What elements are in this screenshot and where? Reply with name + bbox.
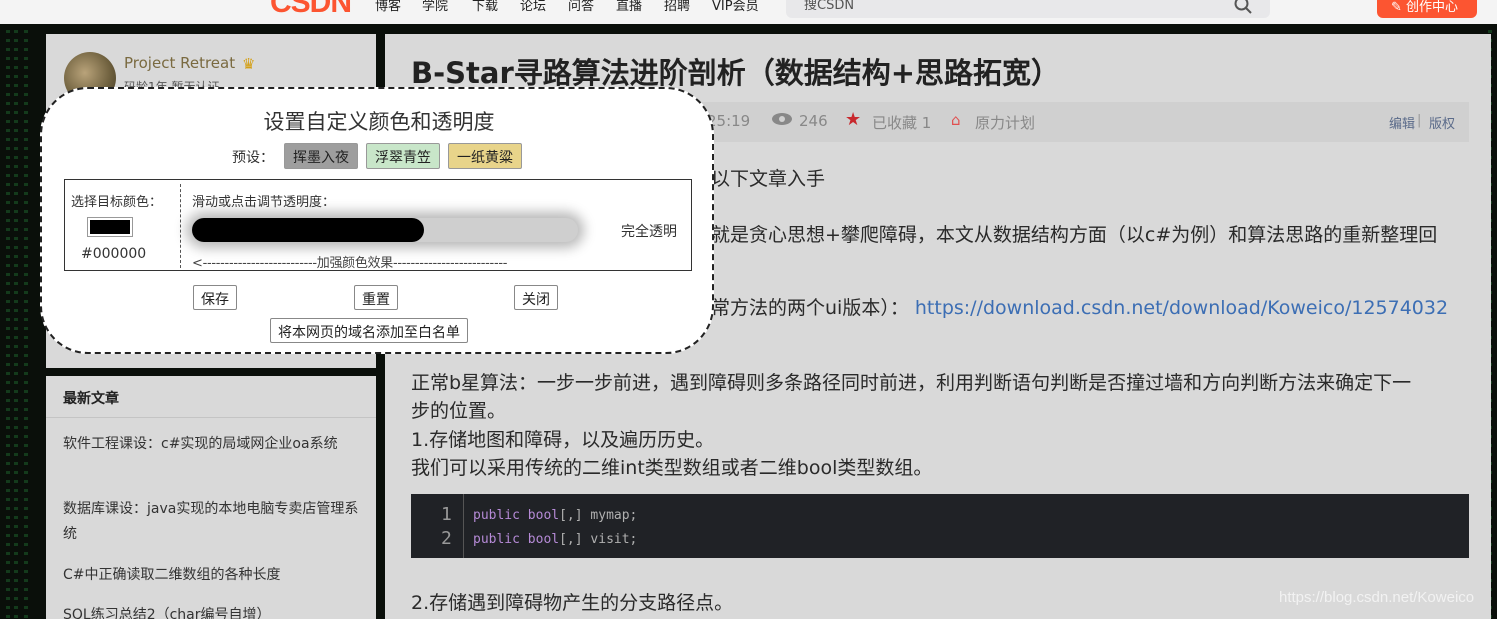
- recent-articles-title: 最新文章: [63, 391, 119, 407]
- create-center-button[interactable]: ✎ 创作中心: [1377, 0, 1477, 18]
- settings-panel: 选择目标颜色： #000000 滑动或点击调节透明度： 完全透明 <------…: [64, 179, 692, 271]
- nav-item-download[interactable]: 下载: [472, 0, 498, 14]
- add-to-whitelist-button[interactable]: 将本网页的域名添加至白名单: [270, 318, 468, 343]
- search-input[interactable]: 搜CSDN: [786, 0, 1270, 18]
- code-keyword: public: [473, 532, 520, 547]
- recent-article-link[interactable]: 软件工程课设：c#实现的局域网企业oa系统: [63, 432, 363, 457]
- article-paragraph: 1.存储地图和障碍，以及遍历历史。: [411, 429, 715, 451]
- recent-article-link[interactable]: 数据库课设：java实现的本地电脑专卖店管理系统: [63, 497, 363, 547]
- article-paragraph: 我们可以采用传统的二维int类型数组或者二维bool类型数组。: [411, 457, 933, 479]
- color-hex-value: #000000: [81, 246, 147, 262]
- save-button[interactable]: 保存: [193, 285, 237, 310]
- top-navbar: CSDN 博客 学院 下载 论坛 问答 直播 招聘 VIP会员 搜CSDN ✎ …: [0, 0, 1497, 24]
- preset-label: 预设：: [232, 150, 274, 166]
- code-text: [,] visit;: [559, 532, 638, 547]
- search-button[interactable]: [1218, 0, 1270, 18]
- code-block[interactable]: 1 2 public bool[,] mymap; public bool[,]…: [411, 494, 1469, 558]
- nav-item-jobs[interactable]: 招聘: [664, 0, 690, 14]
- csdn-logo[interactable]: CSDN: [270, 0, 352, 20]
- create-center-label: 创作中心: [1406, 0, 1459, 15]
- code-keyword: bool: [527, 508, 560, 523]
- full-transparent-label: 完全透明: [621, 224, 677, 240]
- code-line: public bool[,] mymap;: [473, 508, 637, 523]
- close-button[interactable]: 关闭: [514, 285, 558, 310]
- nav-item-forum[interactable]: 论坛: [520, 0, 546, 14]
- username[interactable]: Project Retreat: [124, 54, 235, 72]
- divider: [46, 417, 376, 418]
- color-swatch[interactable]: [88, 218, 132, 236]
- background-rain-column: [24, 30, 28, 619]
- search-icon: [1234, 0, 1252, 14]
- article-paragraph: 以下文章入手: [711, 168, 826, 190]
- opacity-slider-label: 滑动或点击调节透明度：: [192, 195, 336, 210]
- article-title: B-Star寻路算法进阶剖析（数据结构+思路拓宽）: [411, 56, 1061, 90]
- article-paragraph-text: 常方法的两个ui版本）：: [711, 297, 909, 319]
- star-icon[interactable]: ★: [845, 109, 861, 130]
- article-paragraph-with-link: 常方法的两个ui版本）： https://download.csdn.net/d…: [711, 293, 1448, 320]
- opacity-slider-fill[interactable]: [192, 218, 424, 242]
- download-link[interactable]: https://download.csdn.net/download/Kowei…: [915, 297, 1448, 319]
- crown-icon: ♛: [242, 55, 256, 73]
- background-rain-column: [6, 30, 10, 619]
- code-text: [,] mymap;: [559, 508, 638, 523]
- collected-count[interactable]: 已收藏 1: [872, 112, 931, 133]
- nav-item-academy[interactable]: 学院: [422, 0, 448, 14]
- plan-label[interactable]: 原力计划: [975, 112, 1035, 133]
- panel-divider: [180, 184, 181, 268]
- dialog-title: 设置自定义颜色和透明度: [263, 110, 495, 134]
- recent-articles-card: 最新文章 软件工程课设：c#实现的局域网企业oa系统 数据库课设：java实现的…: [46, 376, 376, 619]
- rocket-icon: ⌂: [951, 111, 961, 129]
- edit-link[interactable]: 编辑: [1389, 113, 1415, 132]
- preset-button-green[interactable]: 浮翠青笠: [366, 143, 440, 169]
- article-paragraph: 2.存储遇到障碍物产生的分支路径点。: [411, 592, 734, 614]
- nav-item-blog[interactable]: 博客: [375, 0, 401, 14]
- reset-button[interactable]: 重置: [354, 285, 398, 310]
- color-opacity-dialog: 设置自定义颜色和透明度 预设： 挥墨入夜 浮翠青笠 一纸黄粱 选择目标颜色： #…: [40, 87, 714, 354]
- eye-icon: [771, 112, 793, 130]
- copyright-link[interactable]: 版权: [1429, 113, 1455, 132]
- code-gutter-divider: [463, 494, 464, 558]
- article-paragraph: 步的位置。: [411, 400, 507, 422]
- code-line: public bool[,] visit;: [473, 532, 637, 547]
- background-rain-column: [14, 30, 18, 619]
- preset-button-yellow[interactable]: 一纸黄粱: [448, 143, 522, 169]
- article-paragraph: 就是贪心思想+攀爬障碍，本文从数据结构方面（以c#为例）和算法思路的重新整理回: [711, 224, 1438, 246]
- article-paragraph: 正常b星算法：一步一步前进，遇到障碍则多条路径同时前进，利用判断语句判断是否撞过…: [411, 372, 1412, 394]
- search-placeholder: 搜CSDN: [804, 0, 855, 13]
- code-keyword: public: [473, 508, 520, 523]
- watermark: https://blog.csdn.net/Koweico: [1279, 589, 1475, 606]
- nav-item-vip[interactable]: VIP会员: [712, 0, 759, 14]
- line-number: 1: [441, 504, 452, 525]
- opacity-slider[interactable]: [192, 218, 578, 242]
- meta-separator: |: [1417, 113, 1422, 128]
- preset-button-ink-night[interactable]: 挥墨入夜: [284, 143, 358, 169]
- line-number: 2: [441, 528, 452, 549]
- code-keyword: bool: [527, 532, 560, 547]
- nav-item-live[interactable]: 直播: [616, 0, 642, 14]
- color-picker-label: 选择目标颜色：: [71, 195, 163, 210]
- view-count: 246: [799, 112, 828, 130]
- enhance-hint: <--------------------------加强颜色效果-------…: [192, 256, 508, 271]
- nav-item-qa[interactable]: 问答: [568, 0, 594, 14]
- recent-article-link[interactable]: SQL练习总结2（char编号自增）: [63, 603, 363, 619]
- recent-article-link[interactable]: C#中正确读取二维数组的各种长度: [63, 563, 363, 588]
